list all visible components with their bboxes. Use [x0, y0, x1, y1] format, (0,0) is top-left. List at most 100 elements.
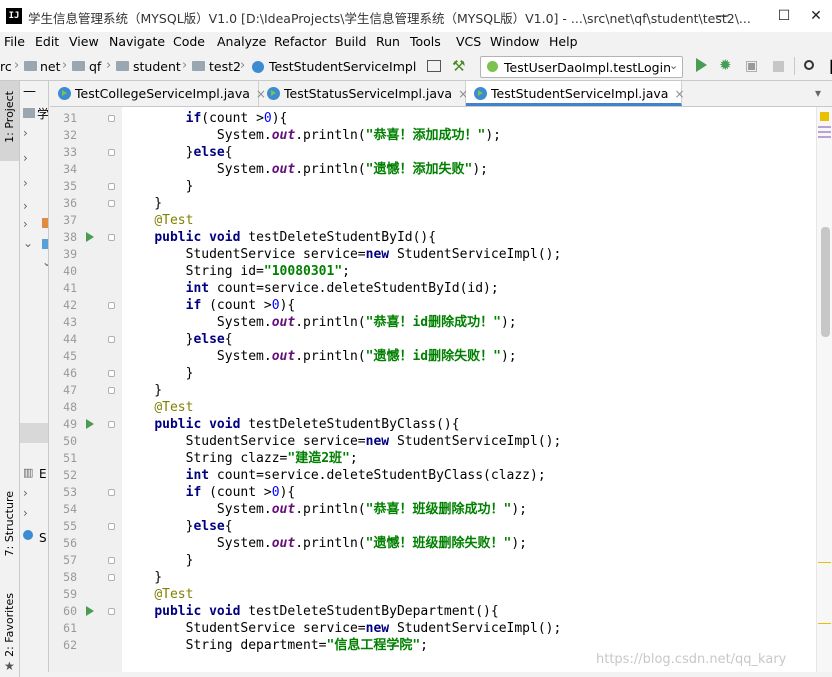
- tab-test-student-service-impl[interactable]: TestStudentServiceImpl.java ×: [466, 81, 685, 106]
- code-line[interactable]: }else{: [123, 144, 233, 161]
- tree-collapse-icon[interactable]: ⌄: [23, 236, 33, 250]
- code-line[interactable]: if (count >0){: [123, 297, 296, 314]
- code-line[interactable]: }else{: [123, 331, 233, 348]
- fold-marker-icon[interactable]: [108, 523, 115, 530]
- code-line[interactable]: String id="10080301";: [123, 263, 350, 280]
- run-test-gutter-icon[interactable]: [86, 419, 94, 429]
- fold-marker-icon[interactable]: [108, 387, 115, 394]
- code-line[interactable]: StudentService service=new StudentServic…: [123, 246, 562, 263]
- tool-window-structure-label[interactable]: 7: Structure: [3, 491, 16, 556]
- structure-item-label[interactable]: S: [39, 531, 47, 545]
- breadcrumb-student[interactable]: student: [133, 59, 181, 74]
- tab-test-status-service-impl[interactable]: TestStatusServiceImpl.java ×: [259, 81, 468, 106]
- layout-icon[interactable]: [427, 60, 441, 72]
- close-tab-icon[interactable]: ×: [674, 87, 684, 101]
- menu-navigate[interactable]: Navigate: [109, 34, 165, 49]
- tree-expand-icon[interactable]: ›: [23, 217, 28, 231]
- code-line[interactable]: System.out.println("遗憾！id删除失败！");: [123, 348, 517, 365]
- tree-expand-icon[interactable]: ›: [23, 506, 28, 520]
- breadcrumb-net[interactable]: net: [40, 59, 61, 74]
- warning-stripe-mark[interactable]: [818, 562, 831, 563]
- code-line[interactable]: System.out.println("恭喜！id删除成功！");: [123, 314, 517, 331]
- close-button[interactable]: ✕: [800, 0, 832, 32]
- menu-build[interactable]: Build: [335, 34, 366, 49]
- menu-help[interactable]: Help: [549, 34, 578, 49]
- tab-test-college-service-impl[interactable]: TestCollegeServiceImpl.java ×: [50, 81, 266, 106]
- fold-marker-icon[interactable]: [108, 489, 115, 496]
- tree-expand-icon[interactable]: ›: [23, 199, 28, 213]
- menu-view[interactable]: View: [69, 34, 99, 49]
- code-line[interactable]: }: [123, 195, 162, 212]
- run-icon[interactable]: [696, 58, 707, 72]
- code-line[interactable]: public void testDeleteStudentById(){: [123, 229, 436, 246]
- more-icon[interactable]: ▐: [826, 60, 832, 74]
- code-line[interactable]: System.out.println("恭喜！添加成功！");: [123, 127, 501, 144]
- code-line[interactable]: int count=service.deleteStudentByClass(c…: [123, 467, 546, 484]
- code-line[interactable]: @Test: [123, 586, 193, 603]
- tree-expand-icon[interactable]: ›: [23, 486, 28, 500]
- code-line[interactable]: }: [123, 365, 194, 382]
- error-stripe-mark[interactable]: [818, 136, 831, 138]
- tree-expand-icon[interactable]: ›: [23, 126, 28, 140]
- fold-marker-icon[interactable]: [108, 370, 115, 377]
- minimize-button[interactable]: —: [700, 0, 744, 32]
- tree-collapse-icon[interactable]: ⌄: [42, 255, 48, 269]
- code-line[interactable]: }: [123, 552, 194, 569]
- breadcrumb-src[interactable]: rc: [0, 59, 12, 74]
- search-icon[interactable]: [804, 60, 814, 70]
- code-line[interactable]: }: [123, 569, 162, 586]
- code-editor[interactable]: [122, 107, 816, 677]
- breadcrumb-test2[interactable]: test2: [209, 59, 241, 74]
- code-line[interactable]: System.out.println("遗憾！添加失败");: [123, 161, 488, 178]
- run-configuration-select[interactable]: TestUserDaoImpl.testLogin ⌄: [480, 56, 683, 78]
- code-line[interactable]: int count=service.deleteStudentById(id);: [123, 280, 499, 297]
- code-line[interactable]: public void testDeleteStudentByClass(){: [123, 416, 459, 433]
- inspection-status-icon[interactable]: [820, 112, 829, 121]
- run-test-gutter-icon[interactable]: [86, 232, 94, 242]
- fold-marker-icon[interactable]: [108, 115, 115, 122]
- menu-code[interactable]: Code: [173, 34, 205, 49]
- tab-overflow-icon[interactable]: ▾: [815, 86, 821, 100]
- fold-marker-icon[interactable]: [108, 557, 115, 564]
- tree-expand-icon[interactable]: ›: [23, 151, 28, 165]
- fold-marker-icon[interactable]: [108, 183, 115, 190]
- code-line[interactable]: }: [123, 382, 162, 399]
- code-line[interactable]: StudentService service=new StudentServic…: [123, 433, 562, 450]
- run-test-gutter-icon[interactable]: [86, 606, 94, 616]
- menu-analyze[interactable]: Analyze: [217, 34, 266, 49]
- code-line[interactable]: if(count >0){: [123, 110, 288, 127]
- menu-tools[interactable]: Tools: [410, 34, 441, 49]
- menu-edit[interactable]: Edit: [35, 34, 59, 49]
- breadcrumb-class[interactable]: TestStudentServiceImpl: [269, 59, 416, 74]
- menu-refactor[interactable]: Refactor: [274, 34, 326, 49]
- code-line[interactable]: String department="信息工程学院";: [123, 637, 428, 654]
- code-line[interactable]: if (count >0){: [123, 484, 296, 501]
- code-line[interactable]: StudentService service=new StudentServic…: [123, 620, 562, 637]
- menu-vcs[interactable]: VCS: [456, 34, 481, 49]
- menu-run[interactable]: Run: [376, 34, 400, 49]
- code-line[interactable]: }else{: [123, 518, 233, 535]
- tool-window-favorites-label[interactable]: 2: Favorites: [3, 593, 16, 657]
- coverage-icon[interactable]: ▣: [745, 58, 758, 74]
- error-stripe-mark[interactable]: [818, 126, 831, 128]
- fold-marker-icon[interactable]: [108, 302, 115, 309]
- fold-marker-icon[interactable]: [108, 574, 115, 581]
- breadcrumb-qf[interactable]: qf: [89, 59, 101, 74]
- scrollbar-thumb[interactable]: [821, 227, 830, 337]
- menu-window[interactable]: Window: [490, 34, 539, 49]
- fold-marker-icon[interactable]: [108, 149, 115, 156]
- project-pane-settings-icon[interactable]: —: [23, 84, 36, 99]
- project-root-label[interactable]: 学: [37, 105, 48, 122]
- fold-marker-icon[interactable]: [108, 421, 115, 428]
- debug-icon[interactable]: ✹: [719, 56, 732, 74]
- menu-file[interactable]: File: [4, 34, 25, 49]
- code-line[interactable]: @Test: [123, 212, 193, 229]
- fold-marker-icon[interactable]: [108, 200, 115, 207]
- tool-window-project-button[interactable]: 1: Project: [0, 81, 19, 161]
- structure-item-label[interactable]: E: [39, 467, 47, 481]
- code-line[interactable]: String clazz="建造2班";: [123, 450, 358, 467]
- warning-stripe-mark[interactable]: [818, 623, 831, 624]
- selected-tree-row[interactable]: [20, 423, 48, 443]
- code-line[interactable]: }: [123, 178, 194, 195]
- fold-marker-icon[interactable]: [108, 234, 115, 241]
